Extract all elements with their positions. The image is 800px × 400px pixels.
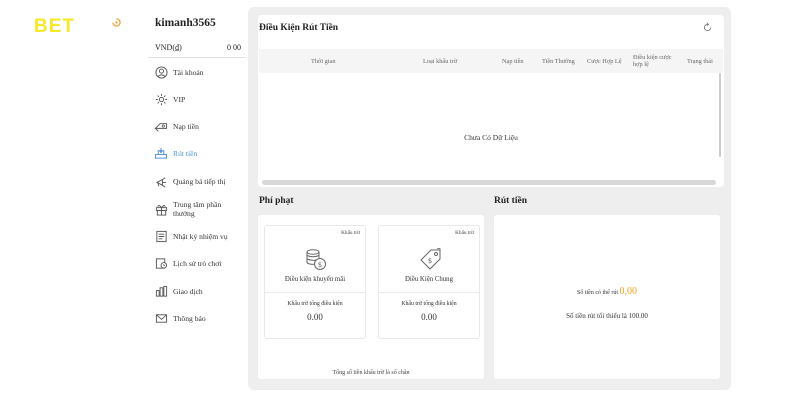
sidebar-item-account[interactable]: Tài khoản — [154, 62, 246, 82]
column-header-deposit: Nạp tiền — [502, 57, 524, 65]
sidebar-item-label: Nạp tiền — [173, 121, 199, 131]
coins-icon: $ — [305, 248, 327, 274]
card-sub-label: Khấu trừ tổng điều kiện — [287, 301, 343, 307]
deposit-icon — [154, 119, 168, 133]
history-icon — [154, 256, 168, 270]
user-icon — [154, 65, 168, 79]
refresh-icon[interactable] — [703, 22, 712, 34]
sidebar-item-label: Nhật ký nhiệm vụ — [173, 231, 228, 241]
balance-value: 0 00 — [227, 43, 241, 52]
column-header-valid-bet: Cược Hợp Lệ — [587, 57, 622, 65]
share-icon — [154, 174, 168, 188]
sidebar-item-label: Lịch sử trò chơi — [173, 258, 222, 268]
withdraw-title: Rút tiền — [494, 196, 527, 206]
available-amount-label: Số tiền có thể rút — [577, 290, 618, 296]
sidebar-divider — [148, 57, 246, 58]
account-sidebar: kimanh3565 VND(₫) 0 00 Tài khoản VIP Nạp… — [148, 0, 248, 400]
sidebar-item-label: VIP — [173, 94, 186, 104]
card-label: Điều kiện khuyến mãi — [284, 276, 346, 283]
card-value: 0.00 — [421, 312, 437, 322]
penalty-title: Phí phạt — [259, 196, 294, 206]
column-header-deduction-type: Loại khấu trừ — [423, 57, 458, 65]
penalty-panel: Khấu trừ $ Điều kiện khuyến mãi Khấu trừ… — [258, 215, 484, 379]
withdraw-panel: Số tiền có thể rút 0,00 Số tiền rút tối … — [494, 215, 720, 379]
task-icon — [154, 229, 168, 243]
card-value: 0.00 — [307, 312, 323, 322]
deduction-tag: Khấu trừ — [455, 230, 474, 236]
card-sub-label: Khấu trừ tổng điều kiện — [401, 301, 457, 307]
loading-icon — [112, 18, 121, 29]
withdraw-conditions-title: Điều Kiện Rút Tiền — [259, 23, 339, 33]
deduction-tag: Khấu trừ — [341, 230, 360, 236]
card-divider — [265, 292, 365, 293]
table-header: Thời gian Loại khấu trừ Nạp tiền Tiền Th… — [259, 49, 723, 73]
sidebar-item-rewards[interactable]: Trung tâm phần thưởng — [154, 198, 246, 220]
minimum-withdraw-text: Số tiền rút tối thiểu là 100.00 — [566, 312, 648, 320]
sidebar-item-transactions[interactable]: Giao dịch — [154, 281, 246, 301]
gift-icon — [154, 202, 168, 216]
gear-icon — [154, 92, 168, 106]
sidebar-item-marketing[interactable]: Quảng bá tiếp thị — [154, 171, 246, 191]
column-header-time: Thời gian — [311, 57, 336, 65]
sidebar-item-label: Tài khoản — [173, 67, 204, 77]
general-condition-card[interactable]: Khấu trừ $ Điều Kiện Chung Khấu trừ tổng… — [378, 225, 480, 339]
sidebar-item-task-log[interactable]: Nhật ký nhiệm vụ — [154, 226, 246, 246]
sidebar-item-label: Quảng bá tiếp thị — [173, 176, 226, 186]
sidebar-item-withdraw[interactable]: Rút tiền — [154, 143, 246, 163]
sidebar-item-label: Trung tâm phần thưởng — [173, 200, 222, 218]
promotion-condition-card[interactable]: Khấu trừ $ Điều kiện khuyến mãi Khấu trừ… — [264, 225, 366, 339]
sidebar-item-vip[interactable]: VIP — [154, 89, 246, 109]
empty-state-text: Chưa Có Dữ Liệu — [464, 133, 518, 142]
column-header-bonus: Tiền Thưởng — [542, 57, 575, 65]
sidebar-item-label: Rút tiền — [173, 148, 198, 158]
sidebar-item-deposit[interactable]: Nạp tiền — [154, 116, 246, 136]
brand-logo[interactable]: BET — [34, 16, 75, 38]
sidebar-item-notifications[interactable]: Thông báo — [154, 308, 246, 328]
svg-text:$: $ — [428, 257, 432, 265]
card-label: Điều Kiện Chung — [405, 276, 453, 283]
price-tag-icon: $ — [419, 247, 443, 274]
column-header-status: Trạng thái — [687, 57, 713, 65]
sidebar-item-game-history[interactable]: Lịch sử trò chơi — [154, 253, 246, 273]
withdraw-icon — [154, 146, 168, 160]
card-divider — [379, 292, 479, 293]
vertical-scrollbar[interactable] — [719, 73, 721, 157]
transaction-icon — [154, 284, 168, 298]
username: kimanh3565 — [155, 17, 216, 29]
penalty-note: Tổng số tiền khấu trừ là số chẵn — [332, 370, 410, 376]
withdraw-conditions-panel: Điều Kiện Rút Tiền Thời gian Loại khấu t… — [258, 15, 724, 187]
balance-label: VND(₫) — [155, 43, 182, 52]
available-amount-value: 0,00 — [619, 286, 638, 297]
column-header-valid-bet-condition: Điều kiện cược hợp lệ — [633, 54, 672, 68]
available-amount-row: Số tiền có thể rút 0,00 — [494, 286, 720, 297]
sidebar-item-label: Giao dịch — [173, 286, 203, 296]
horizontal-scrollbar[interactable] — [262, 180, 716, 185]
sidebar-item-label: Thông báo — [173, 313, 206, 323]
mail-icon — [154, 311, 168, 325]
svg-text:$: $ — [318, 261, 322, 269]
main-panel: Điều Kiện Rút Tiền Thời gian Loại khấu t… — [248, 7, 731, 390]
